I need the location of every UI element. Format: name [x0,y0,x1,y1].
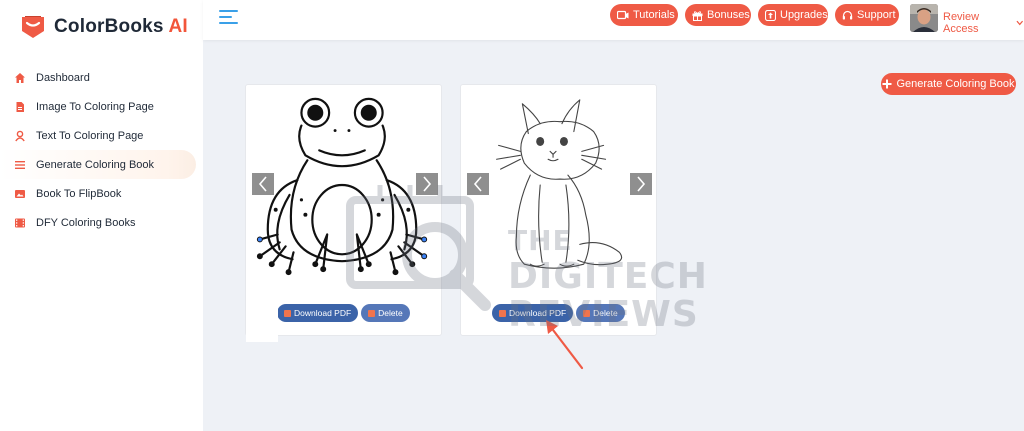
sidebar: ColorBooks AI Dashboard Image To Colorin… [0,0,203,431]
delete-button[interactable]: Delete [361,304,410,322]
card-shadow-block [246,290,278,342]
upload-icon [765,9,776,21]
card-actions: Download PDF Delete [277,304,410,322]
support-button[interactable]: Support [835,4,899,26]
trash-icon [583,309,591,317]
download-pdf-label: Download PDF [509,308,567,318]
bonuses-label: Bonuses [707,9,750,21]
delete-label: Delete [593,308,618,318]
file-icon [14,101,26,113]
film-icon [14,217,26,229]
cat-coloring-image [496,99,623,269]
chevron-left-icon [258,176,267,192]
user-menu[interactable]: Review Access [943,11,1024,35]
download-pdf-button[interactable]: Download PDF [277,304,359,322]
video-icon [617,10,629,19]
sidebar-item-label: Text To Coloring Page [36,129,144,142]
delete-label: Delete [378,308,403,318]
chevron-down-icon [1016,20,1024,26]
sidebar-item-dashboard[interactable]: Dashboard [0,63,203,92]
previous-image-button[interactable] [252,173,274,195]
generate-coloring-book-button[interactable]: Generate Coloring Book [881,73,1016,95]
next-image-button[interactable] [630,173,652,195]
sidebar-nav: Dashboard Image To Coloring Page Text To… [0,63,203,237]
list-icon [14,159,26,171]
chevron-right-icon [423,176,432,192]
annotation-arrow-icon [546,320,584,370]
bonuses-button[interactable]: Bonuses [685,4,751,26]
gift-icon [692,10,703,21]
sidebar-item-generate-coloring-book[interactable]: Generate Coloring Book [0,150,196,179]
sidebar-item-label: Image To Coloring Page [36,100,154,113]
image-icon [14,188,26,200]
brand-name: ColorBooks [54,16,164,37]
menu-toggle-icon[interactable] [219,10,238,24]
sidebar-item-label: Dashboard [36,71,90,84]
user-icon [14,130,26,142]
support-label: Support [857,9,896,21]
brand-ai: AI [168,16,188,37]
plus-icon [882,79,892,89]
avatar[interactable] [910,4,938,32]
coloring-page-card: Download PDF Delete [460,84,657,336]
top-bar: Tutorials Bonuses Upgrades Support Revie… [203,0,1024,40]
headset-icon [842,10,853,19]
sidebar-item-label: Book To FlipBook [36,187,122,200]
trash-icon [368,309,376,317]
tutorials-button[interactable]: Tutorials [610,4,678,26]
sidebar-item-book-to-flipbook[interactable]: Book To FlipBook [0,179,203,208]
chevron-left-icon [473,176,482,192]
frog-coloring-image [256,97,428,276]
sidebar-item-image-to-coloring[interactable]: Image To Coloring Page [0,92,203,121]
sidebar-item-text-to-coloring[interactable]: Text To Coloring Page [0,121,203,150]
chevron-right-icon [637,176,646,192]
upgrades-button[interactable]: Upgrades [758,4,828,26]
upgrades-label: Upgrades [780,9,828,21]
home-icon [14,72,26,84]
next-image-button[interactable] [416,173,438,195]
previous-image-button[interactable] [467,173,489,195]
download-pdf-label: Download PDF [294,308,352,318]
user-name: Review Access [943,11,980,35]
brand-logo[interactable]: ColorBooks AI [20,14,188,40]
sidebar-item-label: Generate Coloring Book [36,158,155,171]
generate-coloring-book-label: Generate Coloring Book [896,78,1015,90]
sidebar-item-dfy-coloring-books[interactable]: DFY Coloring Books [0,208,203,237]
book-logo-icon [22,16,44,38]
tutorials-label: Tutorials [633,9,675,21]
sidebar-item-label: DFY Coloring Books [36,216,136,229]
download-icon [499,309,506,317]
download-icon [284,309,291,317]
